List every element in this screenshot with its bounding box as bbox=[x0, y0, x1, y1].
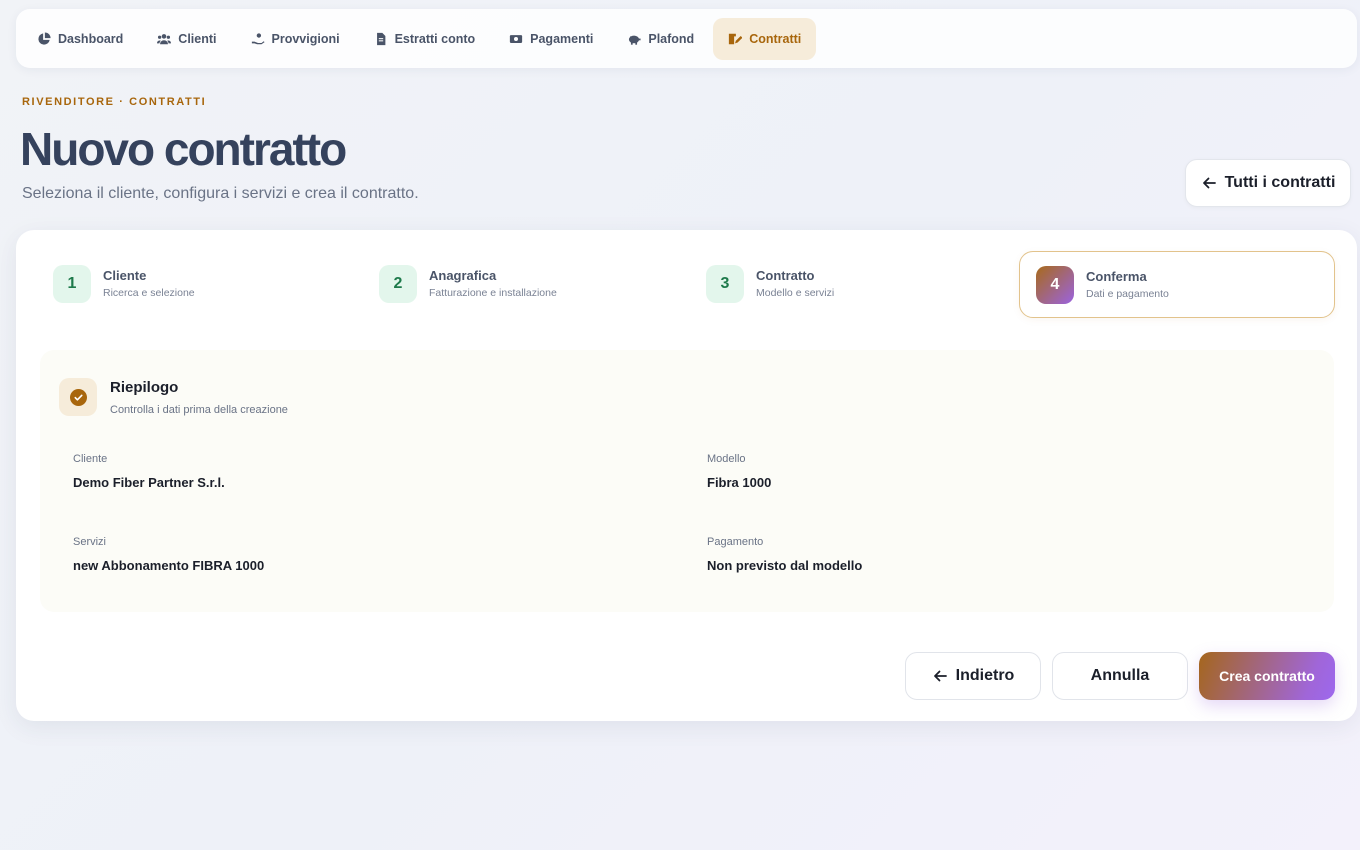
field-value: Demo Fiber Partner S.r.l. bbox=[73, 475, 225, 490]
step-label: Anagrafica bbox=[429, 268, 497, 283]
money-bill-icon bbox=[509, 32, 523, 46]
check-circle-icon bbox=[69, 388, 87, 406]
breadcrumb: RIVENDITORE · CONTRATTI bbox=[22, 96, 207, 108]
step-contratto[interactable]: 3 Contratto Modello e servizi bbox=[690, 250, 990, 317]
step-label: Cliente bbox=[103, 268, 147, 283]
field-label: Servizi bbox=[73, 536, 107, 548]
nav-item-estratti-conto[interactable]: Estratti conto bbox=[359, 18, 491, 60]
step-anagrafica[interactable]: 2 Anagrafica Fatturazione e installazion… bbox=[363, 250, 663, 317]
nav-label: Clienti bbox=[178, 31, 217, 46]
piggy-bank-icon bbox=[627, 32, 641, 46]
document-icon bbox=[374, 32, 388, 46]
step-number: 1 bbox=[53, 264, 91, 303]
nav-label: Dashboard bbox=[58, 31, 124, 46]
page-subtitle: Seleziona il cliente, configura i serviz… bbox=[22, 185, 419, 202]
nav-item-dashboard[interactable]: Dashboard bbox=[22, 18, 138, 60]
step-number: 4 bbox=[1036, 265, 1074, 304]
step-sublabel: Ricerca e selezione bbox=[103, 287, 195, 299]
top-nav: Dashboard Clienti Provvigioni Estratti c… bbox=[16, 9, 1357, 68]
step-number: 2 bbox=[379, 264, 417, 303]
nav-label: Contratti bbox=[749, 31, 802, 46]
summary-title: Riepilogo bbox=[110, 379, 179, 396]
field-label: Modello bbox=[707, 453, 746, 465]
contract-sign-icon bbox=[728, 32, 743, 46]
step-sublabel: Fatturazione e installazione bbox=[429, 287, 557, 299]
arrow-left-icon bbox=[932, 668, 948, 684]
summary-subtitle: Controlla i dati prima della creazione bbox=[110, 404, 288, 416]
step-label: Contratto bbox=[756, 268, 815, 283]
nav-label: Pagamenti bbox=[530, 31, 594, 46]
nav-label: Provvigioni bbox=[271, 31, 340, 46]
step-sublabel: Dati e pagamento bbox=[1086, 288, 1169, 300]
summary-panel: Riepilogo Controlla i dati prima della c… bbox=[40, 350, 1334, 612]
hand-coin-icon bbox=[251, 32, 265, 46]
back-button[interactable]: Indietro bbox=[905, 652, 1041, 700]
field-pagamento: Pagamento Non previsto dal modello bbox=[707, 536, 862, 573]
field-cliente: Cliente Demo Fiber Partner S.r.l. bbox=[73, 453, 225, 490]
check-badge bbox=[59, 378, 97, 416]
field-value: new Abbonamento FIBRA 1000 bbox=[73, 558, 265, 573]
field-modello: Modello Fibra 1000 bbox=[707, 453, 771, 490]
page-title: Nuovo contratto bbox=[20, 123, 347, 175]
step-label: Conferma bbox=[1086, 269, 1147, 284]
step-cliente[interactable]: 1 Cliente Ricerca e selezione bbox=[37, 250, 337, 317]
nav-label: Estratti conto bbox=[394, 31, 476, 46]
nav-item-plafond[interactable]: Plafond bbox=[612, 18, 709, 60]
pie-chart-icon bbox=[37, 31, 51, 46]
arrow-left-icon bbox=[1201, 175, 1217, 191]
field-servizi: Servizi new Abbonamento FIBRA 1000 bbox=[73, 536, 264, 573]
nav-item-clienti[interactable]: Clienti bbox=[142, 18, 231, 60]
cancel-button[interactable]: Annulla bbox=[1052, 652, 1188, 700]
field-label: Cliente bbox=[73, 453, 108, 465]
all-contracts-button[interactable]: Tutti i contratti bbox=[1185, 159, 1351, 207]
nav-item-provvigioni[interactable]: Provvigioni bbox=[236, 18, 355, 60]
step-conferma[interactable]: 4 Conferma Dati e pagamento bbox=[1019, 251, 1335, 318]
create-contract-button[interactable]: Crea contratto bbox=[1199, 652, 1335, 700]
back-button-label: Indietro bbox=[955, 667, 1015, 684]
step-number: 3 bbox=[706, 264, 744, 303]
field-label: Pagamento bbox=[707, 536, 764, 548]
nav-item-contratti[interactable]: Contratti bbox=[713, 17, 817, 60]
nav-label: Plafond bbox=[648, 31, 695, 46]
wizard-card: 1 Cliente Ricerca e selezione 2 Anagrafi… bbox=[16, 230, 1357, 721]
step-sublabel: Modello e servizi bbox=[756, 287, 835, 299]
field-value: Fibra 1000 bbox=[707, 475, 772, 490]
all-contracts-label: Tutti i contratti bbox=[1224, 174, 1336, 191]
nav-item-pagamenti[interactable]: Pagamenti bbox=[494, 18, 608, 60]
field-value: Non previsto dal modello bbox=[707, 558, 863, 573]
users-icon bbox=[157, 32, 172, 46]
